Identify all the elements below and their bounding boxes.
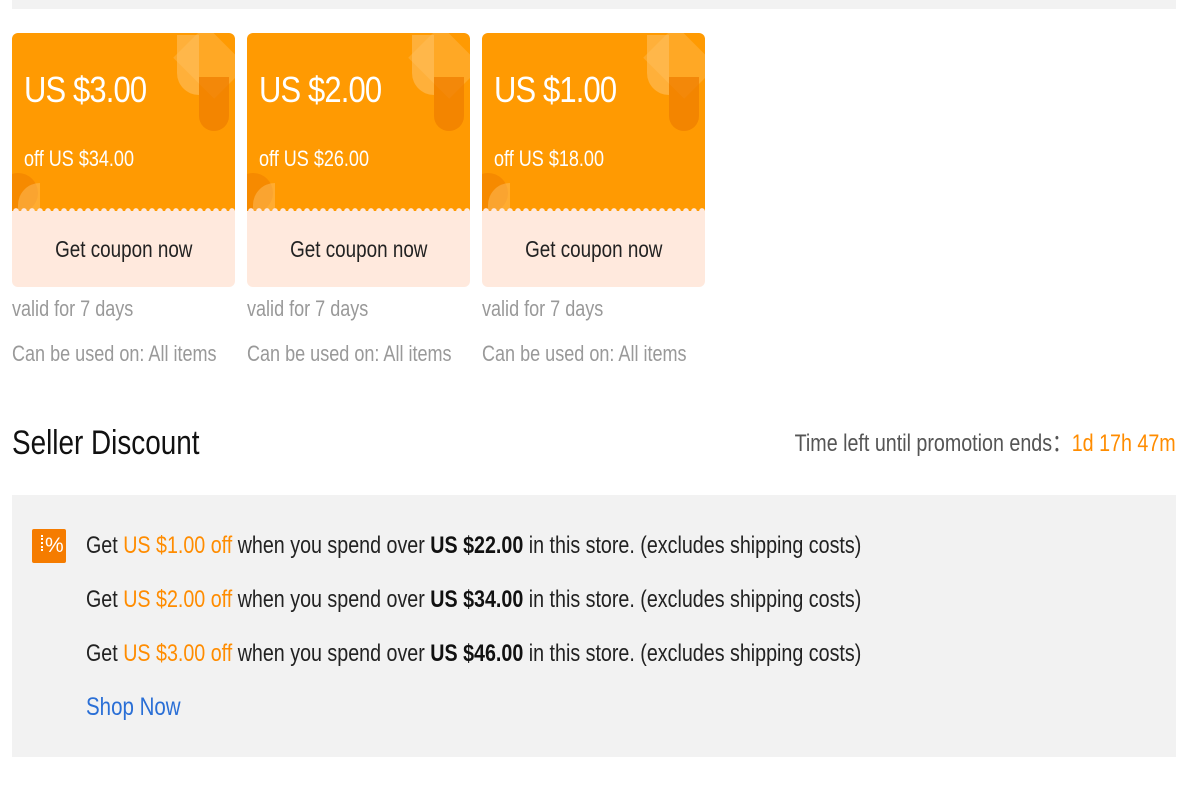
decorative-shape	[434, 77, 464, 131]
get-coupon-label: Get coupon now	[524, 235, 663, 262]
rule-threshold: US $34.00	[430, 586, 524, 613]
rule-prefix: Get	[86, 532, 124, 559]
percent-tag-icon: %	[32, 529, 66, 563]
coupon-header: US $2.00 off US $26.00	[247, 33, 470, 211]
percent-glyph: %	[45, 534, 64, 557]
coupon-ticket: US $1.00 off US $18.00 Get coupon now	[482, 33, 705, 287]
coupon-card: US $3.00 off US $34.00 Get coupon now va…	[12, 33, 235, 366]
countdown-value: 1d 17h 47m	[1072, 430, 1176, 457]
rule-threshold: US $46.00	[430, 640, 524, 667]
rule-middle: when you spend over	[232, 640, 431, 667]
shop-now-link[interactable]: Shop Now	[86, 693, 181, 722]
get-coupon-button[interactable]: Get coupon now	[12, 211, 235, 287]
coupon-perforation	[482, 207, 705, 215]
coupon-header: US $1.00 off US $18.00	[482, 33, 705, 211]
coupon-footer: Get coupon now	[247, 211, 470, 287]
rule-discount: US $1.00 off	[123, 532, 233, 559]
rule-middle: when you spend over	[232, 532, 431, 559]
coupon-perforation	[12, 207, 235, 215]
rule-middle: when you spend over	[232, 586, 431, 613]
coupon-card: US $2.00 off US $26.00 Get coupon now va…	[247, 33, 470, 366]
rule-threshold: US $22.00	[430, 532, 524, 559]
top-divider-strip	[12, 0, 1176, 9]
rule-suffix: in this store. (excludes shipping costs)	[523, 640, 862, 667]
discount-rule: Get US $3.00 off when you spend over US …	[86, 640, 861, 668]
coupon-min-spend: off US $34.00	[24, 146, 134, 171]
coupon-min-spend: off US $26.00	[259, 146, 369, 171]
coupon-ticket: US $2.00 off US $26.00 Get coupon now	[247, 33, 470, 287]
seller-discount-panel: % Get US $1.00 off when you spend over U…	[12, 495, 1176, 757]
coupon-amount: US $2.00	[259, 69, 382, 110]
promotion-countdown: Time left until promotion ends：1d 17h 47…	[795, 423, 1176, 458]
countdown-label: Time left until promotion ends：	[794, 430, 1073, 457]
get-coupon-button[interactable]: Get coupon now	[482, 211, 705, 287]
coupon-validity: valid for 7 days	[247, 296, 369, 321]
decorative-shape	[647, 35, 669, 95]
get-coupon-label: Get coupon now	[289, 235, 428, 262]
coupon-validity: valid for 7 days	[482, 296, 604, 321]
decorative-shape	[177, 35, 199, 95]
coupon-footer: Get coupon now	[482, 211, 705, 287]
coupon-usage: Can be used on: All items	[247, 341, 452, 366]
coupon-min-spend: off US $18.00	[494, 146, 604, 171]
section-title: Seller Discount	[12, 424, 200, 462]
coupon-usage: Can be used on: All items	[482, 341, 687, 366]
get-coupon-label: Get coupon now	[54, 235, 193, 262]
coupon-validity: valid for 7 days	[12, 296, 134, 321]
decorative-shape	[199, 77, 229, 131]
coupon-footer: Get coupon now	[12, 211, 235, 287]
discount-rule: Get US $1.00 off when you spend over US …	[86, 532, 861, 560]
coupon-header: US $3.00 off US $34.00	[12, 33, 235, 211]
coupon-perforation	[247, 207, 470, 215]
rule-prefix: Get	[86, 640, 124, 667]
discount-rule: Get US $2.00 off when you spend over US …	[86, 586, 861, 614]
coupon-amount: US $3.00	[24, 69, 147, 110]
get-coupon-button[interactable]: Get coupon now	[247, 211, 470, 287]
rule-suffix: in this store. (excludes shipping costs)	[523, 532, 862, 559]
coupon-amount: US $1.00	[494, 69, 617, 110]
rule-prefix: Get	[86, 586, 124, 613]
rule-suffix: in this store. (excludes shipping costs)	[523, 586, 862, 613]
coupon-ticket: US $3.00 off US $34.00 Get coupon now	[12, 33, 235, 287]
coupon-usage: Can be used on: All items	[12, 341, 217, 366]
decorative-shape	[412, 35, 434, 95]
rule-discount: US $3.00 off	[123, 640, 233, 667]
coupon-list: US $3.00 off US $34.00 Get coupon now va…	[12, 33, 712, 373]
rule-discount: US $2.00 off	[123, 586, 233, 613]
decorative-shape	[669, 77, 699, 131]
coupon-card: US $1.00 off US $18.00 Get coupon now va…	[482, 33, 705, 366]
